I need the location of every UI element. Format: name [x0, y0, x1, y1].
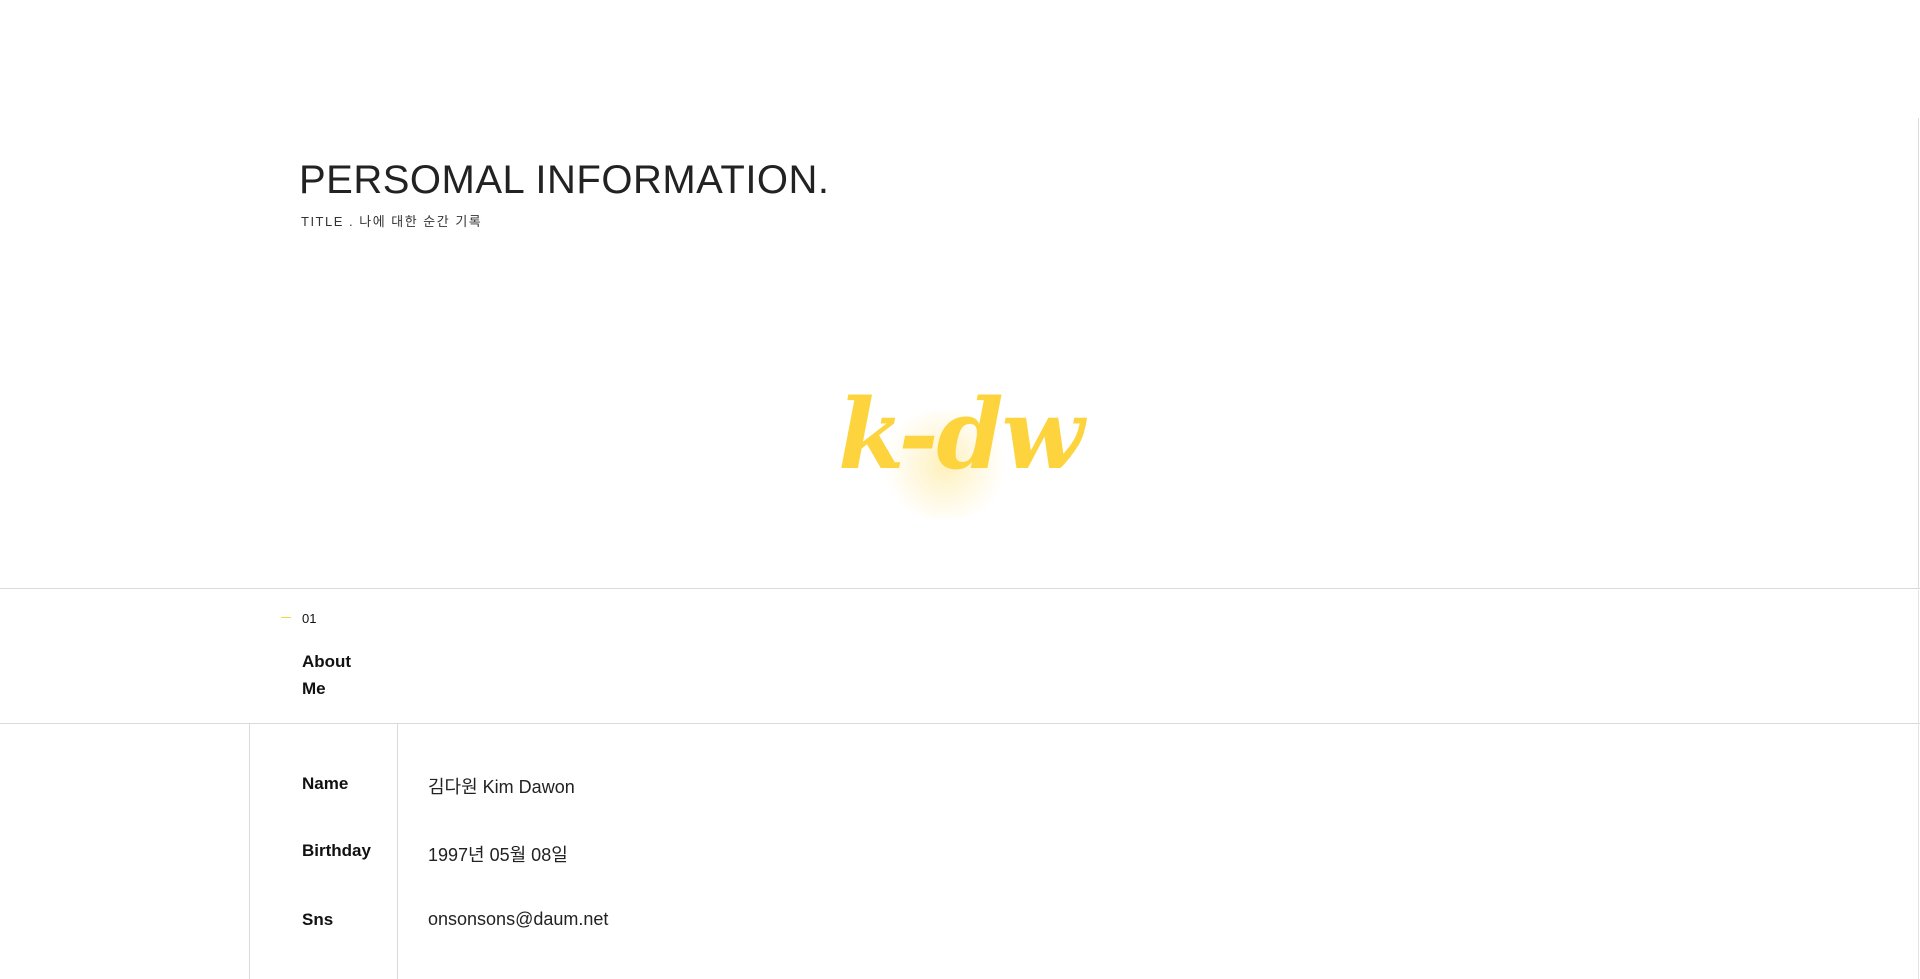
page: PERSOMAL INFORMATION. TITLE . 나에 대한 순간 기…: [0, 0, 1920, 979]
profile-value-name: 김다원 Kim Dawon: [428, 777, 575, 797]
section-divider-top: [0, 588, 1920, 589]
table-column-divider: [397, 724, 398, 979]
table-right-border: [1918, 590, 1919, 979]
profile-label-birthday: Birthday: [302, 841, 371, 860]
page-title: PERSOMAL INFORMATION.: [299, 158, 830, 202]
profile-label-name: Name: [302, 774, 349, 793]
profile-value-birthday: 1997년 05월 08일: [428, 845, 568, 865]
section-title: About Me: [302, 652, 352, 698]
logo-wordmark: k-dw: [838, 378, 1084, 491]
page-subtitle: TITLE . 나에 대한 순간 기록: [301, 214, 483, 229]
right-divider: [1918, 118, 1919, 588]
table-left-border: [249, 724, 250, 979]
logo: k-dw: [820, 380, 1090, 530]
section-accent-dash: [281, 617, 291, 618]
section-divider-bottom: [0, 723, 1920, 724]
profile-label-sns: Sns: [302, 910, 334, 929]
section-number: 01: [302, 611, 317, 626]
profile-value-sns[interactable]: onsonsons@daum.net: [428, 909, 608, 930]
